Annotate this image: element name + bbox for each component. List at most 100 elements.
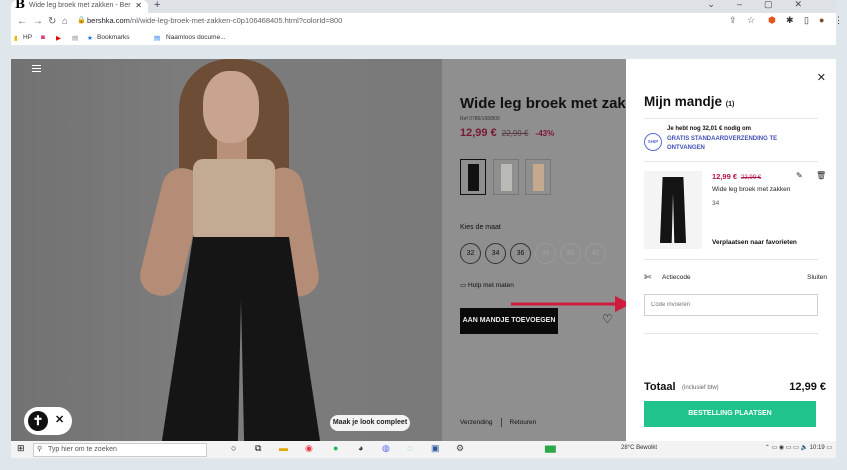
cart-item-thumbnail[interactable] (644, 171, 702, 249)
brave-shield-icon[interactable]: ⬢ (768, 15, 776, 26)
cart-title: Mijn mandje (1) (644, 94, 735, 109)
bookmark-hp[interactable]: HP (23, 34, 32, 41)
home-icon[interactable]: ⌂ (62, 16, 68, 27)
apps-icon[interactable]: ▮ (14, 34, 18, 42)
word-icon[interactable]: ▣ (431, 443, 440, 454)
windows-start-icon[interactable]: ⊞ (17, 443, 25, 454)
tab-close-icon[interactable]: ✕ (135, 1, 142, 10)
size-option[interactable]: 32 (460, 243, 481, 264)
size-label: Kies de maat (460, 224, 501, 231)
checkout-button[interactable]: BESTELLING PLAATSEN (644, 401, 816, 427)
size-option[interactable]: 40 (560, 243, 581, 264)
explorer-icon[interactable]: ▬ (279, 443, 288, 453)
system-tray[interactable]: ⌃ ▭ ◉ ▭ ▭ 🔈 10:19 ▭ (765, 444, 832, 451)
star-bookmark-icon: ★ (87, 35, 93, 42)
product-price: 12,99 € 22,99 € -43% (460, 127, 554, 139)
tab-title: Wide leg broek met zakken - Ber (29, 2, 131, 9)
cart-item-name: Wide leg broek met zakken (712, 186, 791, 193)
product-title: Wide leg broek met zakken (460, 95, 652, 112)
url-field[interactable]: bershka.com/nl/wide-leg-broek-met-zakken… (87, 16, 342, 25)
bershka-favicon-icon: B (15, 0, 26, 11)
cart-item-size: 34 (712, 200, 720, 207)
extensions-icon[interactable]: ✱ (786, 15, 794, 26)
search-icon: ⚲ (37, 446, 43, 453)
shipping-link[interactable]: Verzending (460, 419, 493, 426)
promo-code-input[interactable] (644, 294, 818, 316)
green-app-icon[interactable]: ▇▇ (545, 445, 556, 453)
favorite-heart-icon[interactable]: ♡ (602, 312, 613, 326)
star-icon[interactable]: ☆ (747, 15, 755, 26)
taskbar-search[interactable]: ⚲ Typ hier om te zoeken (33, 443, 207, 457)
window-controls[interactable]: ⌄–▢✕ (707, 0, 824, 10)
profile-avatar-icon[interactable]: ● (819, 15, 824, 25)
color-swatch-grey[interactable] (493, 159, 519, 195)
lock-icon[interactable]: 🔒 (77, 16, 86, 24)
product-ref: Ref 0786/168/800 (460, 116, 500, 122)
complete-look-button[interactable]: Maak je look compleet (330, 415, 410, 431)
webpage: ✝ ✕ Maak je look compleet Wide leg broek… (11, 59, 836, 441)
reload-icon[interactable]: ↻ (48, 16, 56, 27)
menu-icon[interactable]: ⋮ (834, 15, 843, 26)
browser-tab[interactable]: B Wide leg broek met zakken - Ber ✕ (11, 0, 148, 13)
back-icon[interactable]: ← (17, 16, 27, 27)
size-option[interactable]: 36 (510, 243, 531, 264)
size-option[interactable]: 42 (585, 243, 606, 264)
cortana-icon[interactable]: ○ (231, 443, 236, 453)
cart-panel: ✕ Mijn mandje (1) SHIP Je hebt nog 32,01… (626, 59, 836, 441)
size-option[interactable]: 34 (485, 243, 506, 264)
hamburger-menu-icon[interactable] (32, 65, 41, 72)
new-tab-icon[interactable]: + (154, 0, 160, 11)
discord-icon[interactable]: ◍ (382, 443, 390, 454)
info-links: Verzending Retouren (460, 418, 536, 427)
instagram-icon[interactable]: ◙ (41, 34, 45, 41)
whatsapp-icon[interactable]: ◌ (407, 443, 412, 453)
forward-icon[interactable]: → (33, 16, 43, 27)
close-icon[interactable]: ✕ (55, 413, 64, 426)
current-price: 12,99 € (460, 127, 497, 139)
close-promo-link[interactable]: Sluiten (807, 274, 827, 281)
bookmarks-bar: ▮ HP ◙ ▶ ▤ ★ Bookmarks ▤ Naamloos docume… (11, 32, 836, 45)
docs-icon: ▤ (154, 35, 161, 42)
sidepanel-icon[interactable]: ▯ (804, 15, 809, 26)
size-option[interactable]: 38 (535, 243, 556, 264)
trash-icon[interactable]: 🗑 (816, 171, 826, 180)
close-cart-icon[interactable]: ✕ (817, 71, 826, 84)
spotify-icon[interactable]: ● (333, 443, 338, 453)
weather-widget[interactable]: 28°C Bewolkt (621, 445, 657, 451)
notification-icon[interactable]: ▭ (826, 445, 832, 451)
task-view-icon[interactable]: ⧉ (255, 443, 261, 454)
total-vat-note: (inclusief btw) (682, 385, 719, 391)
product-photo (11, 59, 442, 441)
share-icon[interactable]: ⇪ (729, 15, 737, 26)
steam-icon[interactable]: ◕ (358, 443, 363, 453)
move-to-favorites-link[interactable]: Verplaatsen naar favorieten (712, 239, 797, 246)
free-shipping-text: GRATIS STANDAARDVERZENDING TE ONTVANGEN (667, 136, 778, 151)
ruler-icon: ▭ (460, 282, 468, 289)
tab-bar: B Wide leg broek met zakken - Ber ✕ + ⌄–… (11, 0, 836, 13)
cart-count: (1) (725, 101, 735, 108)
promo-tag-icon: ✄ (644, 272, 652, 282)
bookmark-doc[interactable]: Naamloos docume... (166, 34, 226, 41)
shipping-icon: SHIP (644, 133, 662, 151)
bookmark-bookmarks[interactable]: Bookmarks (97, 34, 130, 41)
settings-gear-icon[interactable]: ⚙ (456, 443, 464, 454)
returns-link[interactable]: Retouren (510, 419, 537, 426)
color-swatch-beige[interactable] (525, 159, 551, 195)
clock: 10:19 (809, 445, 825, 451)
total-label: Totaal (644, 381, 676, 393)
accessibility-widget[interactable]: ✝ ✕ (24, 407, 72, 435)
tray-icons: ⌃ ▭ ◉ ▭ ▭ 🔈 (764, 445, 810, 451)
youtube-icon[interactable]: ▶ (56, 34, 61, 42)
old-price: 22,99 € (501, 129, 529, 138)
accessibility-icon[interactable]: ✝ (28, 411, 48, 431)
brave-icon[interactable]: ◉ (305, 443, 313, 454)
size-guide-link[interactable]: ▭ Hulp met maten (460, 281, 514, 289)
red-arrow-annotation (511, 296, 631, 312)
desktop: B Wide leg broek met zakken - Ber ✕ + ⌄–… (0, 0, 847, 470)
total-value: 12,99 € (789, 381, 826, 393)
product-info: Wide leg broek met zakken Ref 0786/168/8… (442, 59, 652, 441)
color-swatch-black[interactable] (460, 159, 486, 195)
taskbar: ⊞ ⚲ Typ hier om te zoeken ○ ⧉ ▬ ◉ ● ◕ ◍ ◌… (11, 441, 836, 458)
reader-icon[interactable]: ▤ (72, 34, 78, 42)
edit-icon[interactable]: ✎ (796, 171, 803, 180)
